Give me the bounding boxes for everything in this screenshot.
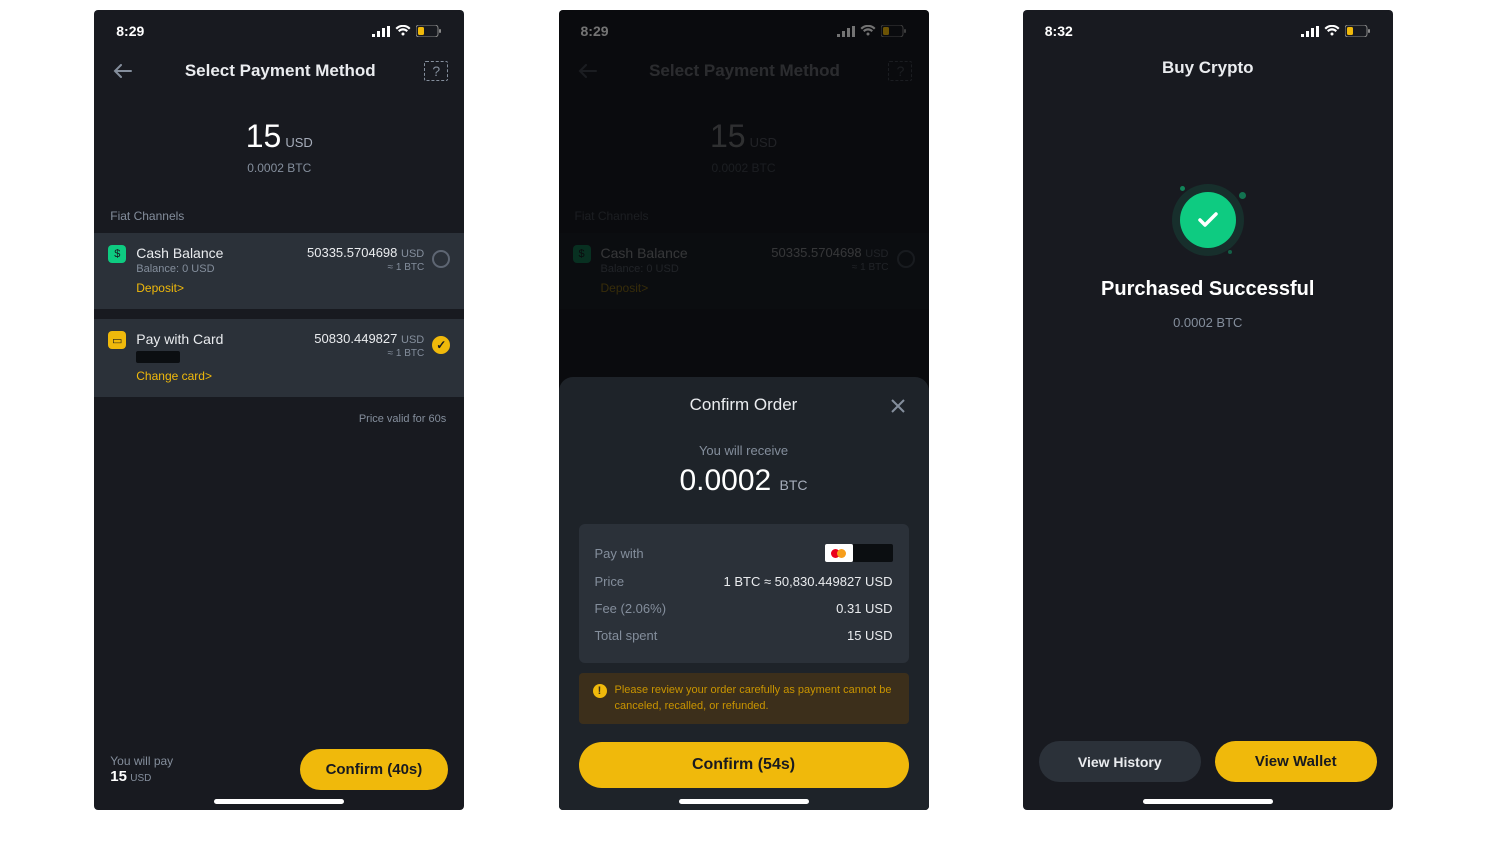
wifi-icon xyxy=(395,25,411,37)
view-wallet-button[interactable]: View Wallet xyxy=(1215,741,1377,782)
card-title: Pay with Card xyxy=(136,331,314,347)
view-history-button[interactable]: View History xyxy=(1039,741,1201,782)
status-indicators xyxy=(1301,25,1371,37)
home-indicator[interactable] xyxy=(679,799,809,804)
page-title: Buy Crypto xyxy=(1162,58,1254,78)
payment-row-card[interactable]: ▭ Pay with Card Change card> 50830.44982… xyxy=(94,319,464,397)
status-time: 8:32 xyxy=(1045,23,1073,39)
receive-value: 0.0002 xyxy=(679,464,771,497)
section-fiat-label: Fiat Channels xyxy=(94,175,464,233)
card-icon: ▭ xyxy=(108,331,126,349)
fee-value: 0.31 USD xyxy=(836,601,892,616)
app-header: Buy Crypto xyxy=(1023,48,1393,92)
back-button[interactable] xyxy=(110,58,136,84)
status-time: 8:29 xyxy=(116,23,144,39)
status-bar: 8:29 xyxy=(94,10,464,48)
help-button[interactable]: ? xyxy=(424,61,448,81)
footer-currency: USD xyxy=(130,773,151,784)
footer-amount: 15 xyxy=(110,768,127,785)
warning-box: ! Please review your order carefully as … xyxy=(579,673,909,724)
close-button[interactable] xyxy=(887,395,909,417)
card-radio[interactable] xyxy=(432,336,450,354)
cash-rate-eq: ≈ 1 BTC xyxy=(307,262,424,273)
screen-select-payment: 8:29 Select Payment Method ? 15 USD 0.00… xyxy=(94,10,464,810)
cash-icon: $ xyxy=(108,245,126,263)
card-rate-eq: ≈ 1 BTC xyxy=(314,348,424,359)
amount-crypto: 0.0002 BTC xyxy=(94,161,464,175)
payment-row-cash[interactable]: $ Cash Balance Balance: 0 USD Deposit> 5… xyxy=(94,233,464,309)
amount-value: 15 xyxy=(246,118,282,155)
card-number-masked xyxy=(853,544,893,562)
wifi-icon xyxy=(1324,25,1340,37)
screen-confirm-order: 8:29 Select Payment Method ? 15 USD 0.00… xyxy=(559,10,929,810)
signal-icon xyxy=(1301,26,1319,37)
change-card-link[interactable]: Change card> xyxy=(136,369,212,383)
battery-icon xyxy=(416,25,442,37)
receive-currency: BTC xyxy=(780,477,808,493)
success-checkmark-icon xyxy=(1180,192,1236,248)
status-bar: 8:32 xyxy=(1023,10,1393,48)
confirm-button[interactable]: Confirm (40s) xyxy=(300,749,449,790)
success-amount: 0.0002 BTC xyxy=(1023,315,1393,330)
cash-radio[interactable] xyxy=(432,250,450,268)
app-header: Select Payment Method ? xyxy=(94,48,464,98)
mastercard-icon xyxy=(825,544,853,562)
amount-currency: USD xyxy=(285,135,312,150)
warning-icon: ! xyxy=(593,684,607,698)
signal-icon xyxy=(372,26,390,37)
cash-title: Cash Balance xyxy=(136,245,307,261)
receive-label: You will receive xyxy=(579,443,909,458)
cash-balance: Balance: 0 USD xyxy=(136,263,307,275)
warning-text: Please review your order carefully as pa… xyxy=(615,683,895,714)
order-summary-table: Pay with Price 1 BTC ≈ 50,830.449827 USD… xyxy=(579,524,909,663)
amount-display: 15 USD 0.0002 BTC xyxy=(94,118,464,175)
success-content: Purchased Successful 0.0002 BTC xyxy=(1023,192,1393,330)
total-value: 15 USD xyxy=(847,628,893,643)
confirm-button[interactable]: Confirm (54s) xyxy=(579,742,909,788)
paywith-label: Pay with xyxy=(595,546,644,561)
price-valid: Price valid for 60s xyxy=(94,399,464,425)
success-title: Purchased Successful xyxy=(1023,278,1393,301)
price-value: 1 BTC ≈ 50,830.449827 USD xyxy=(723,574,892,589)
paywith-value xyxy=(825,544,893,562)
footer-pay-label: You will pay xyxy=(110,754,173,768)
card-rate: 50830.449827 xyxy=(314,331,397,346)
cash-rate-cur: USD xyxy=(401,248,424,260)
card-rate-cur: USD xyxy=(401,334,424,346)
cash-rate: 50335.5704698 xyxy=(307,245,397,260)
sheet-title: Confirm Order xyxy=(690,395,798,414)
confirm-order-sheet: Confirm Order You will receive 0.0002 BT… xyxy=(559,377,929,810)
status-indicators xyxy=(372,25,442,37)
home-indicator[interactable] xyxy=(214,799,344,804)
deposit-link[interactable]: Deposit> xyxy=(136,281,184,295)
page-title: Select Payment Method xyxy=(185,61,376,81)
fee-label: Fee (2.06%) xyxy=(595,601,667,616)
price-label: Price xyxy=(595,574,625,589)
total-label: Total spent xyxy=(595,628,658,643)
home-indicator[interactable] xyxy=(1143,799,1273,804)
screen-success: 8:32 Buy Crypto Purchased Successful 0.0… xyxy=(1023,10,1393,810)
battery-icon xyxy=(1345,25,1371,37)
card-number-masked xyxy=(136,351,180,363)
